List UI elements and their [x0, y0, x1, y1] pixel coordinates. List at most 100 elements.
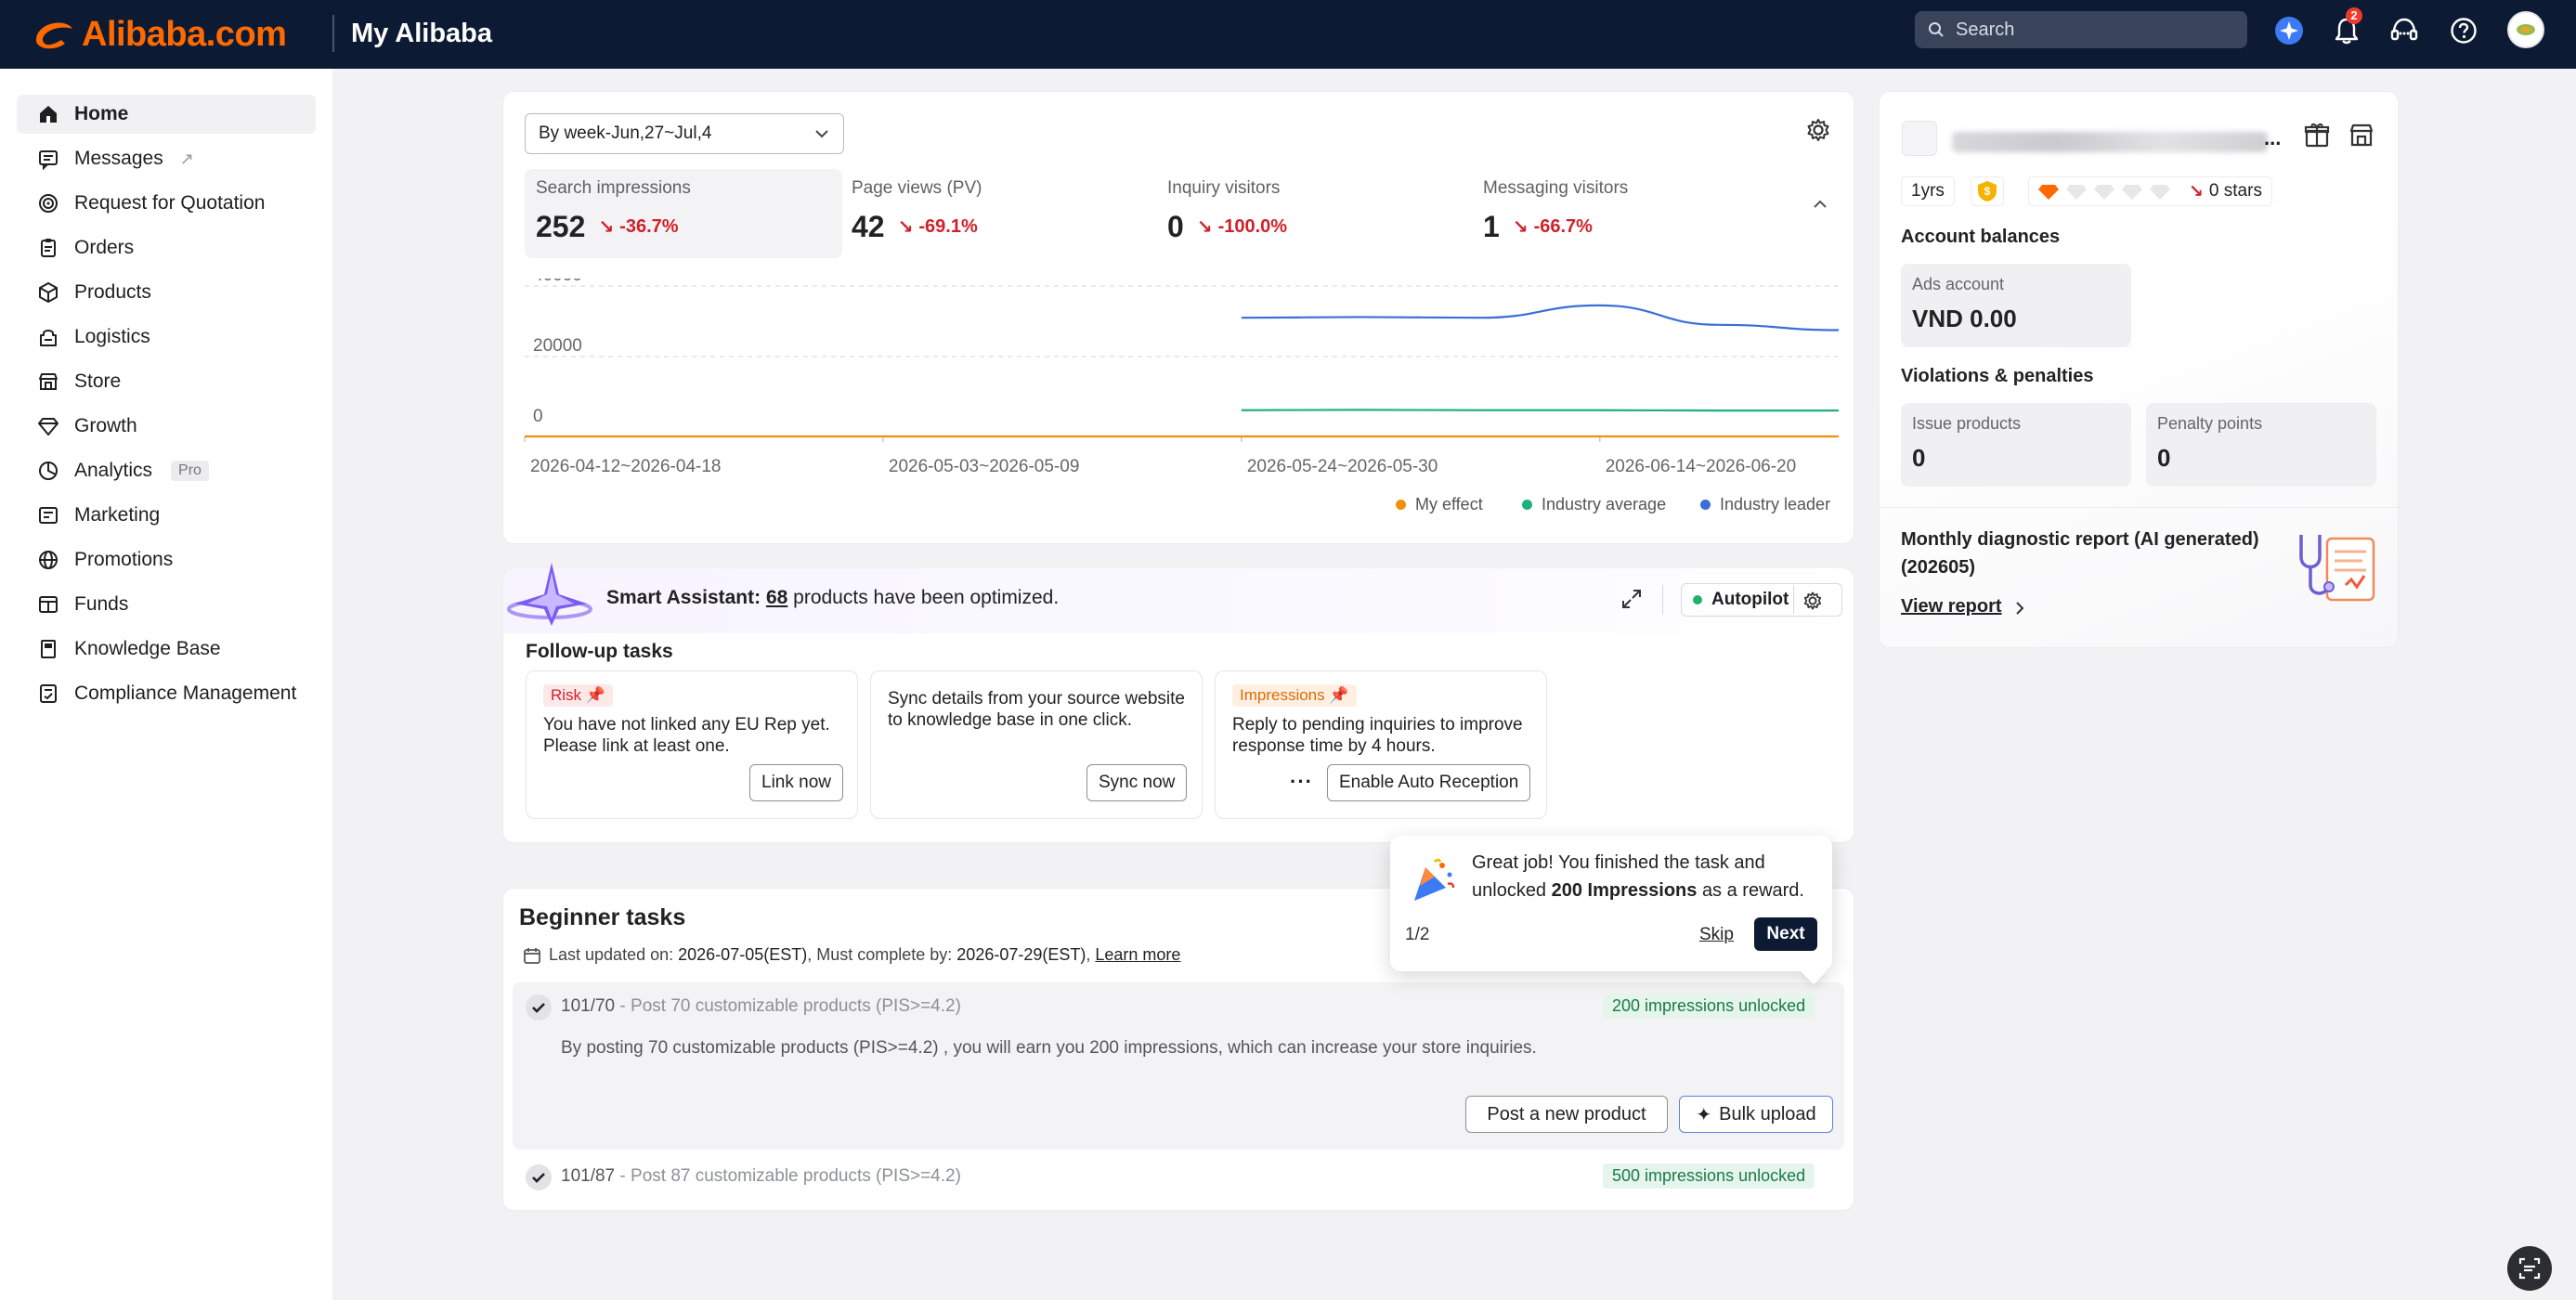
storefront-icon[interactable] [2348, 121, 2377, 150]
message-icon [39, 150, 58, 170]
brand-name: Alibaba.com [82, 14, 287, 54]
store-name-blurred[interactable] [1952, 132, 2268, 152]
bulk-upload-button[interactable]: ✦ Bulk upload [1679, 1096, 1833, 1133]
sidebar-item-label: Orders [74, 237, 135, 258]
legend-item-industry-leader[interactable]: Industry leader [1700, 495, 1830, 514]
legend-dot [1396, 500, 1406, 510]
notifications-bell-icon[interactable]: 2 [2329, 7, 2364, 48]
beginner-tasks-title: Beginner tasks [519, 904, 686, 930]
page-title[interactable]: My Alibaba [351, 13, 492, 54]
ai-assistant-icon[interactable] [2271, 13, 2307, 48]
reward-badge: 500 impressions unlocked [1603, 1164, 1815, 1189]
sidebar-item-knowledge-base[interactable]: Knowledge Base [17, 630, 316, 669]
post-new-product-button[interactable]: Post a new product [1465, 1096, 1668, 1133]
sidebar-item-products[interactable]: Products [17, 273, 316, 312]
gift-icon[interactable] [2303, 121, 2333, 150]
sidebar-item-logistics[interactable]: Logistics [17, 318, 316, 357]
sidebar-item-home[interactable]: Home [17, 95, 316, 134]
legend-label: Industry leader [1720, 495, 1831, 514]
ads-account-box[interactable]: Ads account VND 0.00 [1901, 264, 2131, 347]
verified-shield-badge[interactable]: $ [1971, 176, 2004, 206]
popover-text-bold: 200 Impressions [1551, 880, 1698, 901]
store-name-ellipsis: ... [2264, 126, 2282, 150]
metric-label: Search impressions [536, 178, 691, 198]
search-icon [1929, 22, 1944, 37]
task-description: You have not linked any EU Rep yet. Plea… [543, 715, 830, 756]
enable-auto-reception-button[interactable]: Enable Auto Reception [1327, 764, 1531, 801]
x-tick-label: 2026-05-24~2026-05-30 [1247, 457, 1438, 476]
task-title-70[interactable]: 101/70 - Post 70 customizable products (… [561, 996, 961, 1017]
sidebar-item-store[interactable]: Store [17, 362, 316, 401]
sidebar-item-promotions[interactable]: Promotions [17, 540, 316, 579]
metric-change: ↘ -100.0% [1197, 215, 1287, 239]
sidebar-item-orders[interactable]: Orders [17, 228, 316, 267]
task-title-87[interactable]: 101/87 - Post 87 customizable products (… [561, 1166, 961, 1187]
sidebar-item-growth[interactable]: Growth [17, 407, 316, 446]
user-avatar[interactable] [2507, 11, 2544, 48]
top-bar: Alibaba.com My Alibaba 2 [0, 0, 2576, 69]
autopilot-toggle[interactable]: Autopilot [1681, 583, 1842, 617]
deadline-date: 2026-07-29(EST) [956, 945, 1086, 964]
legend-item-industry-average[interactable]: Industry average [1522, 495, 1666, 514]
divider [1662, 585, 1663, 615]
sidebar-item-analytics[interactable]: Analytics Pro [17, 451, 316, 490]
legend-item-my-effect[interactable]: My effect [1396, 495, 1483, 514]
metric-change-value: -66.7% [1533, 216, 1593, 237]
metric-messaging-visitors[interactable]: Messaging visitors 1 ↘ -66.7% [1483, 178, 1628, 244]
customer-service-icon[interactable] [2387, 13, 2422, 48]
chevron-right-icon[interactable] [2013, 600, 2026, 617]
legend-dot [1522, 500, 1532, 510]
metric-value: 1 [1483, 210, 1500, 243]
alibaba-logo[interactable]: Alibaba.com [32, 9, 287, 59]
optimized-count-link[interactable]: 68 [766, 587, 787, 608]
metric-page-views[interactable]: Page views (PV) 42 ↘ -69.1% [852, 178, 982, 244]
link-now-button[interactable]: Link now [749, 764, 843, 801]
settings-gear-icon[interactable] [1805, 117, 1833, 145]
metric-inquiry-visitors[interactable]: Inquiry visitors 0 ↘ -100.0% [1167, 178, 1287, 244]
trend-down-icon: ↘ [1196, 217, 1213, 238]
alibaba-logo-icon [35, 22, 72, 49]
series-line-industry-leader [1241, 304, 1839, 332]
sidebar-item-label: Products [74, 281, 151, 303]
sync-now-button[interactable]: Sync now [1086, 764, 1188, 801]
diagnostic-report-illustration-icon [2292, 529, 2379, 607]
truck-icon [40, 330, 57, 346]
avatar-logo-icon [2517, 24, 2535, 35]
book-icon [41, 640, 56, 658]
clipboard-icon [41, 239, 56, 257]
metric-search-impressions[interactable]: Search impressions 252 ↘ -36.7% [536, 178, 691, 244]
penalty-points-box[interactable]: Penalty points 0 [2146, 403, 2376, 487]
legend-dot [1700, 500, 1711, 510]
learn-more-link[interactable]: Learn more [1095, 945, 1180, 964]
popover-step-counter: 1/2 [1405, 925, 1430, 944]
expand-icon[interactable] [1620, 587, 1646, 613]
store-logo[interactable] [1902, 121, 1937, 156]
metric-change: ↘ -66.7% [1513, 215, 1593, 239]
view-report-link[interactable]: View report [1901, 596, 2002, 618]
search-box[interactable] [1915, 11, 2247, 48]
sidebar-item-label: Analytics [74, 460, 153, 481]
store-rating[interactable]: ↘ 0 stars [2028, 176, 2272, 206]
bulk-upload-label: Bulk upload [1719, 1103, 1816, 1124]
skip-link[interactable]: Skip [1699, 925, 1734, 945]
trend-line-chart: 40000 20000 0 2026-04-12~2026-04-18 2026-05-… [524, 279, 1839, 476]
collapse-chevron-up-icon[interactable] [1811, 195, 1833, 217]
sidebar-item-rfq[interactable]: Request for Quotation [17, 184, 316, 223]
autopilot-settings-gear-icon[interactable] [1802, 591, 1823, 611]
screenshot-tool-button[interactable] [2507, 1246, 2552, 1291]
task-progress: 101/70 [561, 996, 616, 1016]
more-options-icon[interactable]: ··· [1290, 770, 1313, 794]
sidebar-item-messages[interactable]: Messages ↗ [17, 139, 316, 178]
wallet-icon [39, 596, 58, 613]
sidebar-item-label: Marketing [74, 504, 161, 526]
help-icon[interactable] [2446, 13, 2481, 48]
sidebar-item-marketing[interactable]: Marketing [17, 496, 316, 535]
metric-change-value: -36.7% [619, 216, 679, 237]
issue-products-box[interactable]: Issue products 0 [1901, 403, 2131, 487]
diagnostic-report-title: Monthly diagnostic report (AI generated)… [1901, 529, 2259, 578]
sidebar-item-funds[interactable]: Funds [17, 585, 316, 624]
sidebar-item-compliance[interactable]: Compliance Management [17, 674, 316, 713]
date-range-select[interactable]: By week-Jun,27~Jul,4 [525, 113, 844, 154]
next-button[interactable]: Next [1754, 917, 1817, 951]
search-input[interactable] [1956, 19, 2225, 41]
